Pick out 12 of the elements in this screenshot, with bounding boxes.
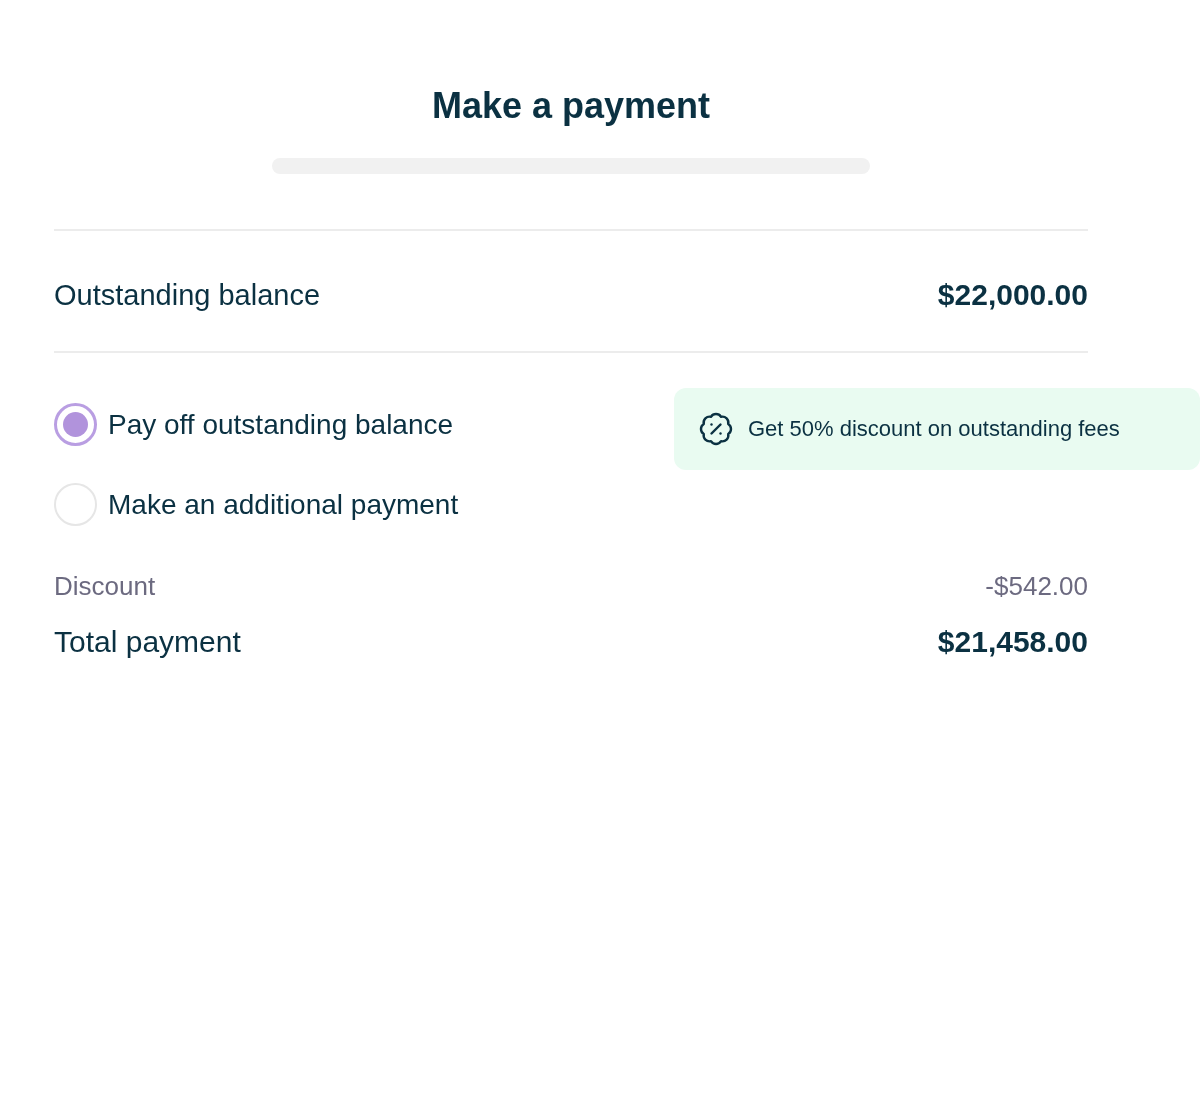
callout-text: Get 50% discount on outstanding fees bbox=[748, 415, 1120, 443]
summary-amount: -$542.00 bbox=[985, 570, 1088, 602]
balance-amount: $22,000.00 bbox=[937, 277, 1088, 313]
option-label[interactable]: Pay off outstanding balance bbox=[108, 407, 454, 442]
option-label[interactable]: Make an additional payment bbox=[108, 487, 459, 522]
total-amount: $21,458.00 bbox=[937, 624, 1088, 660]
page-title: Make a payment bbox=[431, 84, 711, 128]
percent-badge-icon bbox=[698, 411, 734, 447]
summary-label: Discount bbox=[54, 570, 156, 602]
radio-button[interactable] bbox=[54, 403, 97, 446]
balance-label: Outstanding balance bbox=[54, 278, 321, 313]
total-label: Total payment bbox=[54, 624, 241, 660]
